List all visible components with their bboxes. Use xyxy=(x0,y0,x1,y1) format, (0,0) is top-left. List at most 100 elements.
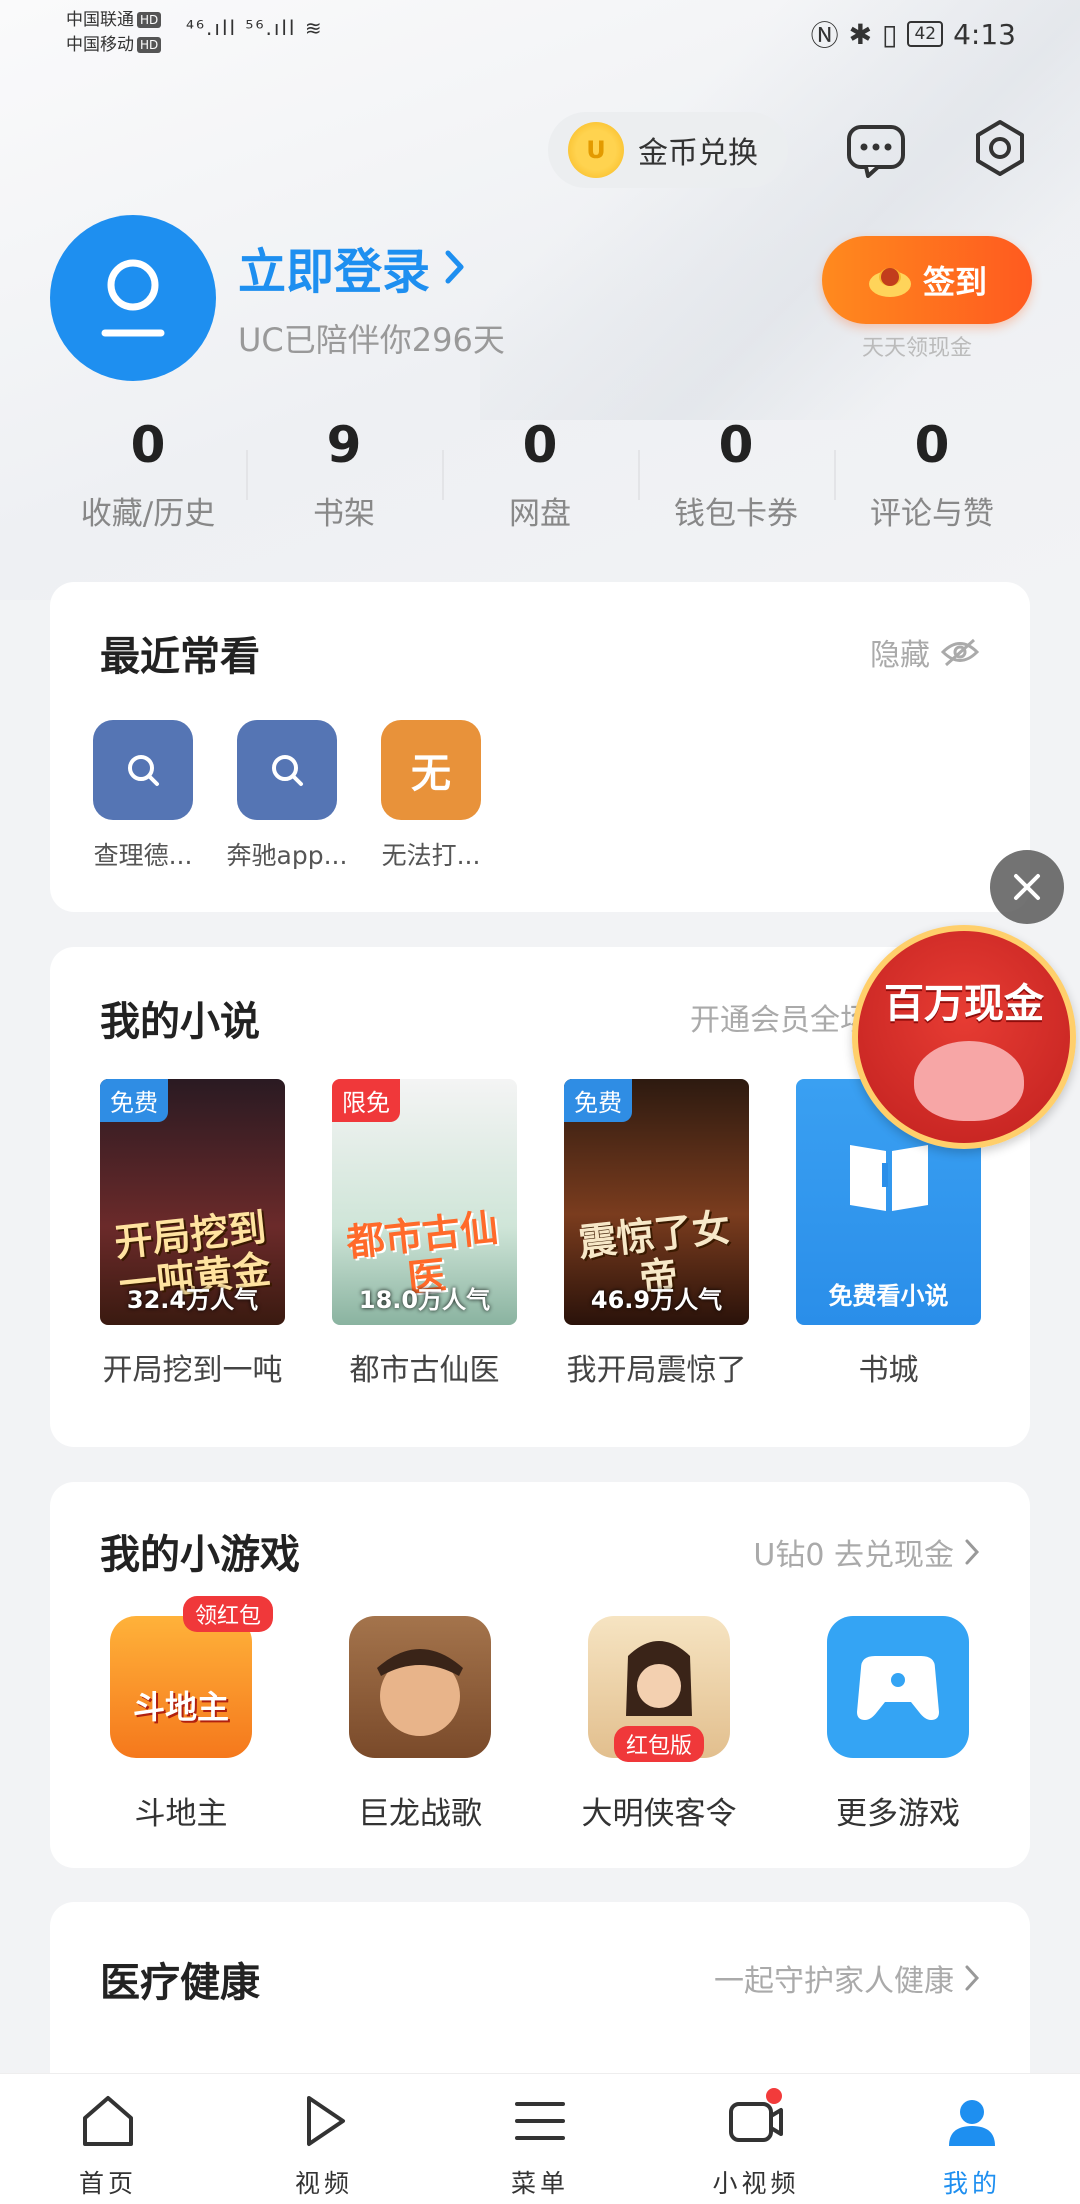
stat-value: 9 xyxy=(326,416,362,474)
exchange-label: U钻0 去兑现金 xyxy=(753,1538,954,1573)
login-link[interactable]: 立即登录 xyxy=(238,232,466,302)
search-icon xyxy=(237,720,337,820)
menu-icon xyxy=(515,2102,565,2140)
stat-value: 0 xyxy=(914,416,950,474)
nav-menu[interactable]: 菜单 xyxy=(432,2074,648,2204)
book-popularity: 46.9万人气 xyxy=(590,1286,723,1314)
signal-icon: ⁴⁶.ıll ⁵⁶.ıll ≋ xyxy=(186,16,324,40)
nav-label: 小视频 xyxy=(712,2169,800,2198)
recent-item[interactable]: 查理德... xyxy=(73,720,213,872)
stat-label: 收藏/历史 xyxy=(80,496,216,532)
book-cover: 免费 开局挖到一吨黄金 32.4万人气 xyxy=(100,1079,285,1325)
book-cover: 限免 都市古仙医 18.0万人气 xyxy=(332,1079,517,1325)
close-icon xyxy=(1014,874,1040,900)
avatar[interactable] xyxy=(50,215,216,381)
recent-item[interactable]: 奔驰app... xyxy=(217,720,357,872)
chevron-right-icon xyxy=(445,250,464,284)
limited-free-tag: 限免 xyxy=(332,1079,400,1122)
hd-badge: HD xyxy=(137,37,162,53)
book-popularity: 18.0万人气 xyxy=(358,1286,491,1314)
stat-label: 钱包卡券 xyxy=(674,496,798,532)
promo-text: 百万现金 xyxy=(884,981,1044,1027)
coin-exchange-button[interactable]: U 金币兑换 xyxy=(548,112,788,188)
game-label: 巨龙战歌 xyxy=(358,1796,482,1832)
book-popularity: 32.4万人气 xyxy=(126,1286,259,1314)
nav-video[interactable]: 视频 xyxy=(216,2074,432,2204)
battery-level: 42 xyxy=(914,24,937,44)
home-icon xyxy=(83,2096,133,2146)
dragon-war-icon xyxy=(349,1616,491,1758)
recent-item-label: 无法打... xyxy=(381,841,481,870)
bookstore-caption: 免费看小说 xyxy=(828,1282,949,1310)
hd-badge: HD xyxy=(137,12,162,28)
book-cover: 免费 震惊了女帝 46.9万人气 xyxy=(564,1079,749,1325)
portrait-illustration xyxy=(377,1649,463,1736)
carrier-1: 中国联通 xyxy=(66,10,134,30)
book-item[interactable]: 限免 都市古仙医 18.0万人气 都市古仙医 xyxy=(332,1079,517,1389)
cash-promo-banner[interactable]: 百万现金 xyxy=(852,925,1076,1149)
more-games-item[interactable]: 更多游戏 xyxy=(798,1616,998,1833)
stat-favorites-history[interactable]: 0 收藏/历史 xyxy=(50,410,246,550)
stat-label: 网盘 xyxy=(509,496,571,532)
game-icon-text: 斗地主 xyxy=(132,1688,229,1726)
play-icon xyxy=(307,2096,345,2146)
free-tag: 免费 xyxy=(564,1079,632,1122)
free-tag: 免费 xyxy=(100,1079,168,1122)
game-item[interactable]: 红包版 大明侠客令 xyxy=(559,1616,759,1833)
red-packet-badge: 领红包 xyxy=(183,1596,274,1632)
exchange-link[interactable]: U钻0 去兑现金 xyxy=(753,1530,980,1574)
settings-icon[interactable] xyxy=(970,118,1030,178)
bluetooth-icon: ✱ xyxy=(848,17,873,51)
pig-mascot-icon xyxy=(914,1041,1024,1121)
eye-off-icon xyxy=(940,638,980,667)
letter-glyph: 无 xyxy=(411,751,451,797)
nav-home[interactable]: 首页 xyxy=(0,2074,216,2204)
book-open-icon xyxy=(850,1145,928,1211)
vibrate-icon: ▯ xyxy=(882,17,898,51)
chevron-right-icon xyxy=(965,1539,980,1565)
health-title: 医疗健康 xyxy=(100,1960,260,2006)
stat-value: 0 xyxy=(130,416,166,474)
nav-profile[interactable]: 我的 xyxy=(864,2074,1080,2204)
game-item[interactable]: 巨龙战歌 xyxy=(320,1616,520,1833)
doudizhu-icon: 斗地主 xyxy=(110,1616,252,1758)
book-title: 都市古仙医 xyxy=(349,1353,500,1388)
search-icon xyxy=(93,720,193,820)
battery-icon: 42 xyxy=(907,21,944,47)
signin-subtitle: 天天领现金 xyxy=(862,336,973,361)
game-item[interactable]: 斗地主 领红包 斗地主 xyxy=(81,1596,281,1833)
stat-cloud-drive[interactable]: 0 网盘 xyxy=(442,410,638,550)
red-packet-edition-badge: 红包版 xyxy=(614,1726,705,1762)
bookstore-label: 书城 xyxy=(858,1353,919,1388)
message-icon[interactable] xyxy=(846,124,906,178)
stat-comments-likes[interactable]: 0 评论与赞 xyxy=(834,410,1030,550)
stat-value: 0 xyxy=(718,416,754,474)
book-title: 开局挖到一吨 xyxy=(102,1353,283,1388)
book-item[interactable]: 免费 震惊了女帝 46.9万人气 我开局震惊了 xyxy=(564,1079,749,1389)
ming-hero-icon: 红包版 xyxy=(588,1616,730,1762)
status-right: Ⓝ ✱ ▯ 42 4:13 xyxy=(811,14,1016,54)
stat-label: 书架 xyxy=(313,496,375,532)
stat-label: 评论与赞 xyxy=(870,496,994,532)
avatar-person-icon xyxy=(101,259,165,337)
nav-label: 菜单 xyxy=(510,2169,569,2198)
recent-item[interactable]: 无 无法打... xyxy=(361,720,501,872)
companion-days: UC已陪伴你296天 xyxy=(238,321,505,359)
nfc-icon: Ⓝ xyxy=(810,19,839,52)
book-item[interactable]: 免费 开局挖到一吨黄金 32.4万人气 开局挖到一吨 xyxy=(100,1079,285,1389)
nav-short-video[interactable]: 小视频 xyxy=(648,2074,864,2204)
signin-button[interactable]: 签到 xyxy=(822,236,1032,324)
stat-wallet-coupons[interactable]: 0 钱包卡券 xyxy=(638,410,834,550)
nav-label: 我的 xyxy=(942,2169,1001,2198)
stat-bookshelf[interactable]: 9 书架 xyxy=(246,410,442,550)
stats-row: 0 收藏/历史 9 书架 0 网盘 0 钱包卡券 0 评论与赞 xyxy=(50,410,1030,550)
nav-label: 视频 xyxy=(294,2169,353,2198)
carrier-info: 中国联通 HD 中国移动 HD xyxy=(66,8,162,58)
hide-button[interactable]: 隐藏 xyxy=(870,630,980,674)
game-label: 斗地主 xyxy=(134,1796,228,1832)
close-float-button[interactable] xyxy=(990,850,1064,924)
login-label: 立即登录 xyxy=(238,244,431,300)
health-link[interactable]: 一起守护家人健康 xyxy=(714,1956,980,2000)
carrier-2: 中国移动 xyxy=(66,35,134,55)
novels-title: 我的小说 xyxy=(100,999,260,1045)
